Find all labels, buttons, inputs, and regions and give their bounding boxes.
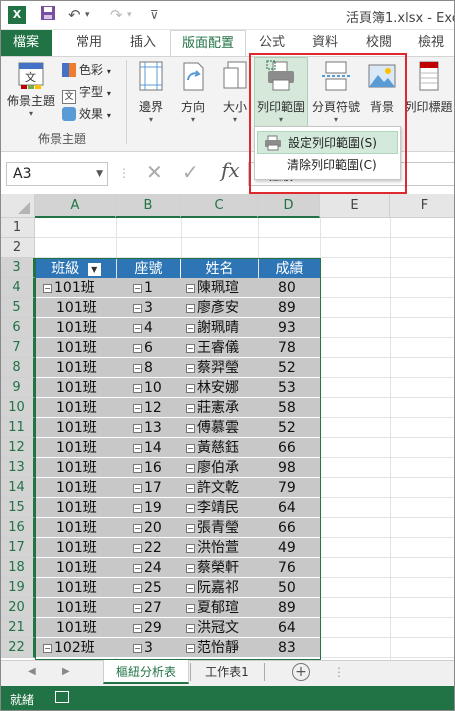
fonts-button[interactable]: 文字型 ▾: [62, 82, 111, 104]
window-title: 活頁簿1.xlsx - Excel: [346, 11, 455, 26]
tab-page-layout[interactable]: 版面配置: [170, 30, 246, 56]
row-header[interactable]: 9: [0, 378, 35, 398]
row-header[interactable]: 14: [0, 478, 35, 498]
insert-function-icon[interactable]: fx: [221, 158, 240, 182]
print-titles-icon: [419, 61, 438, 91]
redo-icon[interactable]: ↷: [110, 5, 123, 25]
customize-qat-icon[interactable]: ⊽: [150, 5, 159, 25]
scroll-right-icon[interactable]: ▶: [62, 666, 70, 677]
column-header-d[interactable]: D: [258, 194, 320, 218]
redo-dropdown-icon[interactable]: ▾: [127, 5, 132, 25]
tab-insert[interactable]: 插入: [118, 30, 168, 56]
row-header[interactable]: 6: [0, 318, 35, 338]
name-box[interactable]: A3 ▼: [6, 162, 108, 186]
size-button[interactable]: 大小 ▾: [218, 60, 252, 124]
row-header[interactable]: 5: [0, 298, 35, 318]
tab-file[interactable]: 檔案: [0, 30, 52, 56]
formula-bar-grip-icon: ⋮: [118, 166, 130, 180]
svg-text:文: 文: [25, 70, 36, 84]
chevron-down-icon[interactable]: ▼: [96, 163, 103, 185]
row-header[interactable]: 21: [0, 618, 35, 638]
group-label-themes: 佈景主題: [38, 132, 87, 146]
effects-icon: [62, 107, 76, 121]
row-header[interactable]: 13: [0, 458, 35, 478]
themes-button[interactable]: 文 佈景主題 ▾: [6, 60, 56, 118]
row-header[interactable]: 8: [0, 358, 35, 378]
row-header[interactable]: 18: [0, 558, 35, 578]
cancel-icon[interactable]: ✕: [146, 160, 163, 184]
print-titles-button[interactable]: 列印標題: [402, 60, 455, 115]
page-size-icon: [223, 61, 247, 89]
tab-split-handle[interactable]: ⋮: [333, 665, 345, 679]
column-header-c[interactable]: C: [181, 194, 258, 218]
select-all-corner[interactable]: [0, 194, 35, 218]
enter-icon[interactable]: ✓: [182, 160, 199, 184]
excel-logo-icon: X: [8, 6, 26, 24]
status-bar: 就緒: [0, 686, 455, 711]
row-header[interactable]: 17: [0, 538, 35, 558]
set-print-area-icon: [265, 135, 281, 151]
sheet-tab-sheet1[interactable]: 工作表1: [192, 660, 262, 684]
row-header[interactable]: 10: [0, 398, 35, 418]
add-sheet-icon[interactable]: +: [292, 663, 310, 681]
row-header[interactable]: 4: [0, 278, 35, 298]
column-header-a[interactable]: A: [35, 194, 116, 218]
row-header[interactable]: 11: [0, 418, 35, 438]
print-area-menu: 設定列印範圍(S) 清除列印範圍(C): [254, 126, 401, 180]
orientation-icon: [183, 62, 204, 91]
row-header[interactable]: 20: [0, 598, 35, 618]
row-header[interactable]: 15: [0, 498, 35, 518]
row-header[interactable]: 19: [0, 578, 35, 598]
themes-icon: 文: [18, 62, 44, 89]
row-header[interactable]: 1: [0, 218, 35, 238]
status-text: 就緒: [10, 693, 35, 707]
column-header-f[interactable]: F: [390, 194, 455, 218]
menu-item-clear-print-area[interactable]: 清除列印範圍(C): [257, 154, 398, 177]
colors-icon: [62, 63, 76, 77]
margins-button[interactable]: 邊界 ▾: [132, 60, 170, 124]
row-header[interactable]: 22: [0, 638, 35, 658]
row-header[interactable]: 12: [0, 438, 35, 458]
colors-button[interactable]: 色彩 ▾: [62, 60, 111, 80]
macro-record-icon[interactable]: [55, 691, 69, 703]
tab-home[interactable]: 常用: [62, 30, 116, 56]
tab-view[interactable]: 檢視: [408, 30, 454, 56]
effects-button[interactable]: 效果 ▾: [62, 104, 111, 124]
save-icon[interactable]: [40, 5, 56, 25]
undo-icon[interactable]: ↶: [68, 5, 81, 25]
undo-dropdown-icon[interactable]: ▾: [85, 5, 90, 25]
orientation-button[interactable]: 方向 ▾: [174, 60, 212, 124]
row-header[interactable]: 2: [0, 238, 35, 258]
row-header[interactable]: 3: [0, 258, 35, 278]
column-header-e[interactable]: E: [320, 194, 390, 218]
menu-item-set-print-area[interactable]: 設定列印範圍(S): [257, 131, 398, 154]
group-divider: [126, 60, 127, 144]
sheet-tab-pivot[interactable]: 樞紐分析表: [103, 660, 189, 684]
chevron-down-icon: ▾: [28, 109, 33, 118]
column-header-b[interactable]: B: [116, 194, 181, 218]
scroll-left-icon[interactable]: ◀: [28, 666, 36, 677]
selection-border: [35, 258, 321, 660]
row-header[interactable]: 16: [0, 518, 35, 538]
fonts-icon: 文: [62, 90, 76, 104]
row-header[interactable]: 7: [0, 338, 35, 358]
margins-icon: [139, 61, 163, 91]
